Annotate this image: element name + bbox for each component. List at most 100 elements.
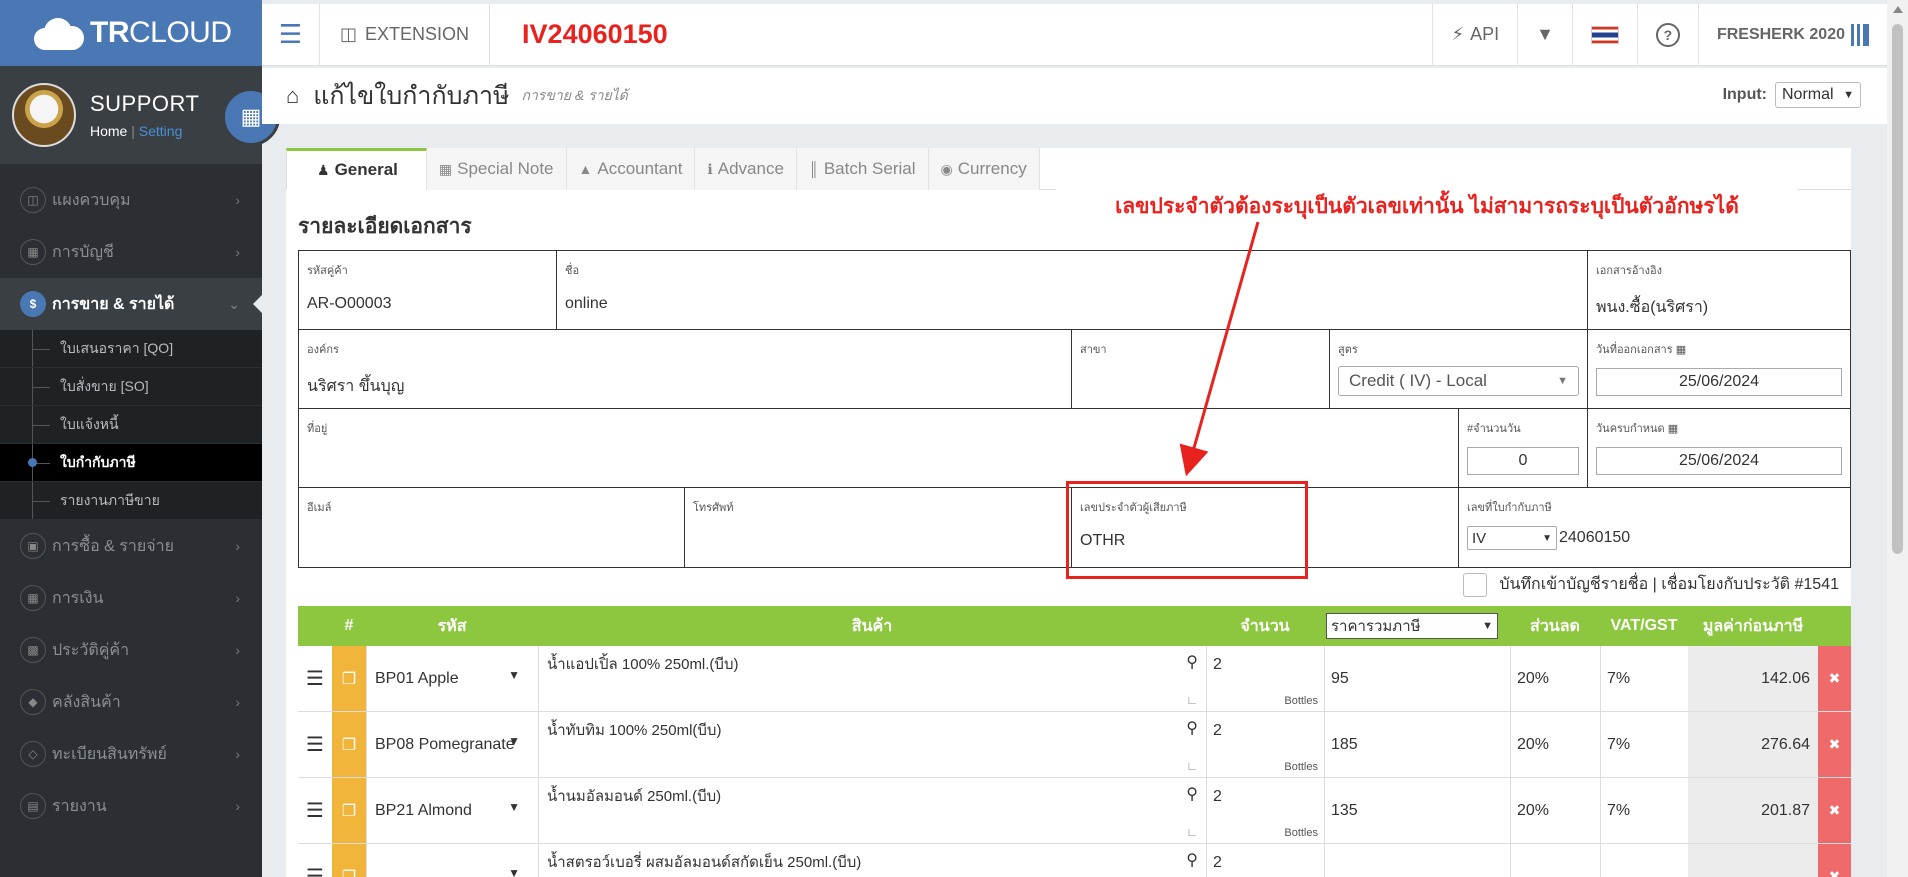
home-link[interactable]: Home xyxy=(90,123,127,139)
taxinv-number[interactable]: 24060150 xyxy=(1559,529,1630,547)
input-mode-label: Input: xyxy=(1722,86,1767,103)
tab-currency[interactable]: ◉ Currency xyxy=(928,148,1040,190)
vat-field[interactable] xyxy=(1600,844,1688,877)
avatar[interactable] xyxy=(12,83,76,147)
thai-flag-icon xyxy=(1590,25,1619,44)
setting-link[interactable]: Setting xyxy=(139,123,183,139)
calendar-icon: ▦ xyxy=(1667,423,1679,435)
price-field[interactable]: 95 xyxy=(1324,646,1510,711)
taxinv-prefix-select[interactable]: IV ▼ xyxy=(1467,526,1557,550)
vat-field[interactable]: 7% xyxy=(1600,712,1688,777)
discount-field[interactable]: 20% xyxy=(1510,712,1600,777)
tab-batch-serial[interactable]: ║ Batch Serial xyxy=(796,148,929,190)
copy-icon[interactable]: ❐ xyxy=(332,646,366,711)
sidebar-item-5[interactable]: ▩ ประวัติคู่ค้า › xyxy=(0,624,262,676)
sidebar-item-7[interactable]: ◇ ทะเบียนสินทรัพย์ › xyxy=(0,728,262,780)
vertical-scrollbar[interactable] xyxy=(1887,0,1908,877)
trash-icon[interactable]: ✖ xyxy=(1818,646,1851,711)
tab-special-note[interactable]: ▦ Special Note xyxy=(426,148,567,190)
item-name-field[interactable]: น้ำแอปเปิ้ล 100% 250ml.(บีบ) ⚲ ∟ xyxy=(538,646,1206,711)
sidebar-subitem-3[interactable]: ใบกำกับภาษี xyxy=(0,444,262,482)
input-mode-value: Normal xyxy=(1782,86,1834,103)
sidebar-item-2[interactable]: $ การขาย & รายได้ ⌄ xyxy=(0,278,262,330)
address-label: ที่อยู่ xyxy=(307,423,328,435)
company-selector[interactable]: FRESHERK 2020 xyxy=(1697,3,1887,66)
app-logo[interactable]: TRCLOUD xyxy=(0,0,262,66)
input-mode-select[interactable]: Normal ▼ xyxy=(1775,82,1861,108)
customer-code-field[interactable]: AR-O00003 xyxy=(307,295,548,313)
trash-icon[interactable]: ✖ xyxy=(1818,778,1851,843)
tab-label: Batch Serial xyxy=(823,159,916,178)
drag-handle-icon[interactable]: ☰ xyxy=(298,844,332,877)
header-product: สินค้า xyxy=(851,617,893,635)
issue-date-input[interactable]: 25/06/2024 xyxy=(1596,368,1842,396)
item-code-select[interactable]: BP08 Pomegranate ▼ xyxy=(366,712,538,777)
api-button[interactable]: ⚡ API xyxy=(1432,3,1517,66)
copy-icon[interactable]: ❐ xyxy=(332,844,366,877)
tab-general[interactable]: ♟ General xyxy=(286,148,427,190)
due-date-input[interactable]: 25/06/2024 xyxy=(1596,447,1842,475)
item-name-field[interactable]: น้ำสตรอว์เบอรี่ ผสมอัลมอนด์สกัดเย็น 250m… xyxy=(538,844,1206,877)
zoom-icon[interactable]: ⚲ xyxy=(1186,850,1198,870)
formula-select[interactable]: Credit ( IV) - Local ▼ xyxy=(1338,366,1579,396)
discount-field[interactable] xyxy=(1510,844,1600,877)
discount-field[interactable]: 20% xyxy=(1510,778,1600,843)
drag-handle-icon[interactable]: ☰ xyxy=(298,646,332,711)
trash-icon[interactable]: ✖ xyxy=(1818,712,1851,777)
org-field[interactable]: นริศรา ขึ้นบุญ xyxy=(307,374,1063,399)
item-name-field[interactable]: น้ำนมอัลมอนด์ 250ml.(บีบ) ⚲ ∟ xyxy=(538,778,1206,843)
resize-handle-icon[interactable]: ∟ xyxy=(1186,693,1198,707)
qty-field[interactable]: 2 xyxy=(1206,844,1324,877)
home-icon[interactable]: ⌂ xyxy=(286,83,299,109)
qty-field[interactable]: 2 Bottles xyxy=(1206,646,1324,711)
name-field[interactable]: online xyxy=(565,295,1579,313)
menu-toggle-button[interactable]: ☰ xyxy=(262,3,320,66)
record-checkbox[interactable] xyxy=(1463,572,1488,597)
sidebar-subitem-1[interactable]: ใบสั่งขาย [SO] xyxy=(0,368,262,406)
days-input[interactable]: 0 xyxy=(1467,447,1579,475)
scrollbar-thumb[interactable] xyxy=(1892,24,1903,554)
resize-handle-icon[interactable]: ∟ xyxy=(1186,825,1198,839)
vat-field[interactable]: 7% xyxy=(1600,646,1688,711)
vat-field[interactable]: 7% xyxy=(1600,778,1688,843)
extension-button[interactable]: ◫ EXTENSION xyxy=(320,3,491,66)
resize-handle-icon[interactable]: ∟ xyxy=(1186,759,1198,773)
scroll-up-icon[interactable] xyxy=(1893,6,1903,13)
sidebar-item-6[interactable]: ◆ คลังสินค้า › xyxy=(0,676,262,728)
item-name-field[interactable]: น้ำทับทิม 100% 250ml(บีบ) ⚲ ∟ xyxy=(538,712,1206,777)
sidebar-item-0[interactable]: ◫ แผงควบคุม › xyxy=(0,174,262,226)
sidebar-item-3[interactable]: ▣ การซื้อ & รายจ่าย › xyxy=(0,520,262,572)
price-field[interactable] xyxy=(1324,844,1510,877)
copy-icon[interactable]: ❐ xyxy=(332,712,366,777)
sidebar-item-1[interactable]: ▦ การบัญชี › xyxy=(0,226,262,278)
language-button[interactable] xyxy=(1571,3,1637,66)
drag-handle-icon[interactable]: ☰ xyxy=(298,712,332,777)
sidebar-subitem-2[interactable]: ใบแจ้งหนี้ xyxy=(0,406,262,444)
dropdown-button[interactable]: ▼ xyxy=(1517,3,1572,66)
sidebar-item-8[interactable]: ▤ รายงาน › xyxy=(0,780,262,832)
qty-field[interactable]: 2 Bottles xyxy=(1206,712,1324,777)
trash-icon[interactable]: ✖ xyxy=(1818,844,1851,877)
drag-handle-icon[interactable]: ☰ xyxy=(298,778,332,843)
zoom-icon[interactable]: ⚲ xyxy=(1186,652,1198,672)
page-title: แก้ไขใบกำกับภาษี xyxy=(313,82,510,110)
item-code-select[interactable]: BP21 Almond ▼ xyxy=(366,778,538,843)
item-code-select[interactable]: BP01 Apple ▼ xyxy=(366,646,538,711)
discount-field[interactable]: 20% xyxy=(1510,646,1600,711)
zoom-icon[interactable]: ⚲ xyxy=(1186,784,1198,804)
qty-field[interactable]: 2 Bottles xyxy=(1206,778,1324,843)
tab-accountant[interactable]: ▲ Accountant xyxy=(566,148,696,190)
item-code-select[interactable]: ▼ xyxy=(366,844,538,877)
copy-icon[interactable]: ❐ xyxy=(332,778,366,843)
price-field[interactable]: 135 xyxy=(1324,778,1510,843)
ref-doc-field[interactable]: พนง.ซื้อ(นริศรา) xyxy=(1596,295,1842,320)
sidebar-subitem-0[interactable]: ใบเสนอราคา [QO] xyxy=(0,330,262,368)
tab-advance[interactable]: ℹ Advance xyxy=(695,148,797,190)
zoom-icon[interactable]: ⚲ xyxy=(1186,718,1198,738)
sidebar-item-4[interactable]: ▦ การเงิน › xyxy=(0,572,262,624)
price-field[interactable]: 185 xyxy=(1324,712,1510,777)
help-button[interactable]: ? xyxy=(1636,3,1698,66)
sidebar-subitem-4[interactable]: รายงานภาษีขาย xyxy=(0,482,262,520)
qty-value: 2 xyxy=(1213,722,1222,739)
price-mode-select[interactable]: ราคารวมภาษี ▼ xyxy=(1326,613,1498,639)
